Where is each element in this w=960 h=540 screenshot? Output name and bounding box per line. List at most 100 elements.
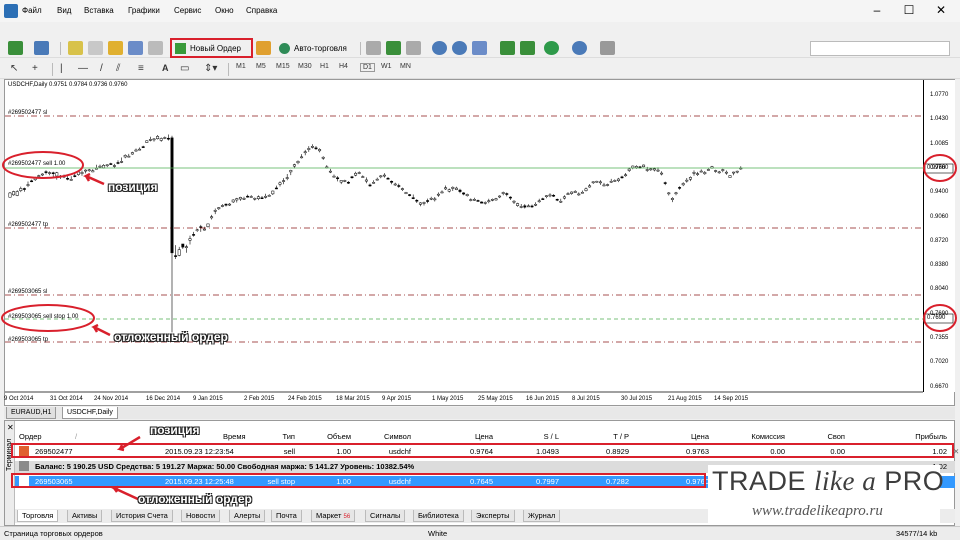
price-label: 0.8380 — [930, 262, 949, 269]
candle-body — [44, 171, 48, 173]
candle-body — [48, 172, 52, 174]
candle-body — [649, 168, 653, 171]
candle-body — [152, 138, 156, 141]
status-left: Страница торговых ордеров — [4, 529, 103, 538]
candle-body — [242, 198, 246, 200]
candle-body — [505, 193, 509, 195]
candle-body — [674, 192, 678, 195]
tab-usdchf[interactable]: USDCHF,Daily — [62, 407, 118, 419]
candle-body — [566, 193, 570, 195]
candle-body — [267, 195, 271, 197]
candle-body — [652, 168, 656, 171]
candle-body — [30, 180, 34, 183]
candle-body — [368, 184, 372, 187]
candle-body — [552, 194, 556, 197]
candle-body — [181, 243, 185, 248]
candle-body — [555, 198, 559, 201]
logo-url: www.tradelikeapro.ru — [752, 503, 883, 519]
candle-body — [487, 200, 491, 202]
candle-body — [494, 198, 498, 201]
candle-body — [138, 148, 142, 151]
candle-body — [303, 151, 307, 154]
date-label: 18 Mar 2015 — [336, 396, 370, 402]
arrow-position-terminal — [116, 435, 141, 452]
candle-body — [624, 174, 628, 177]
status-right: 34577/14 kb — [896, 529, 938, 538]
current-price-label: 0.9760 — [927, 165, 946, 171]
candle-body — [580, 191, 584, 194]
candle-body — [386, 177, 390, 180]
price-label: 0.9060 — [930, 213, 949, 220]
candle-body — [163, 137, 167, 139]
candle-body — [300, 156, 304, 159]
candle-body — [249, 196, 253, 198]
candle-body — [332, 175, 336, 178]
candle-body — [235, 198, 239, 201]
tab-euraud[interactable]: EURAUD,H1 — [6, 407, 57, 419]
pending-price-label: 0.7690 — [927, 315, 946, 321]
candle-body — [220, 205, 224, 207]
candle-body — [591, 181, 595, 184]
candle-body — [458, 189, 462, 192]
candle-body — [613, 180, 617, 182]
candle-body — [490, 199, 494, 201]
candle-body — [364, 179, 368, 182]
candle-body — [274, 187, 278, 190]
candle-body — [595, 180, 599, 183]
candle-body — [105, 164, 109, 167]
line-label-tp2: #269503065 tp — [8, 337, 49, 343]
candle-body — [15, 191, 19, 196]
candle-body — [156, 136, 160, 140]
candle-body — [231, 199, 235, 203]
status-bar: Страница торговых ордеров White 34577/14… — [0, 526, 960, 540]
candle-body — [40, 173, 44, 176]
candle-body — [285, 177, 289, 179]
candle-body — [112, 165, 116, 167]
candle-body — [282, 180, 286, 182]
candle-body — [559, 200, 563, 203]
annotation-pending-terminal: отложенный ордер — [138, 492, 252, 506]
date-label: 25 May 2015 — [478, 396, 513, 402]
candle-body — [202, 228, 206, 231]
candle-body — [37, 175, 41, 177]
line-label-entry2: #269503065 sell stop 1.00 — [8, 314, 79, 320]
status-center: White — [428, 529, 448, 538]
arrow-pending-terminal — [110, 485, 141, 502]
candle-body — [544, 195, 548, 197]
candle-body — [253, 197, 257, 200]
date-label: 9 Jan 2015 — [193, 396, 223, 402]
candle-body — [562, 196, 566, 199]
candle-body — [660, 172, 664, 175]
candle-body — [321, 156, 325, 159]
date-label: 16 Jun 2015 — [526, 396, 560, 402]
date-label: 30 Jul 2015 — [621, 396, 653, 402]
candle-body — [609, 180, 613, 183]
candle-body — [548, 194, 552, 197]
line-label-entry1: #269502477 sell 1.00 — [8, 161, 66, 167]
candle-body — [26, 184, 30, 186]
candle-body — [192, 234, 196, 236]
candle-body — [678, 187, 682, 189]
candle-body — [519, 206, 523, 208]
candle-body — [670, 198, 674, 200]
candle-body — [184, 246, 188, 248]
price-label: 0.8040 — [930, 286, 949, 293]
candle-body — [681, 183, 685, 186]
candle-body — [390, 180, 394, 183]
candle-body — [102, 165, 106, 169]
date-label: 16 Dec 2014 — [146, 396, 181, 402]
candle-body — [498, 195, 502, 198]
candle-body — [354, 172, 358, 176]
candle-body — [91, 170, 95, 173]
candle-body — [465, 194, 469, 196]
candle-body — [177, 249, 181, 256]
candle-body — [372, 182, 376, 184]
candle-body — [199, 226, 203, 228]
candle-body — [141, 146, 145, 148]
candle-body — [296, 161, 300, 164]
candle-body — [472, 199, 476, 201]
candle-body — [256, 196, 260, 199]
date-label: 24 Feb 2015 — [288, 396, 322, 402]
candle-body — [523, 205, 527, 208]
candle-body — [210, 216, 214, 219]
